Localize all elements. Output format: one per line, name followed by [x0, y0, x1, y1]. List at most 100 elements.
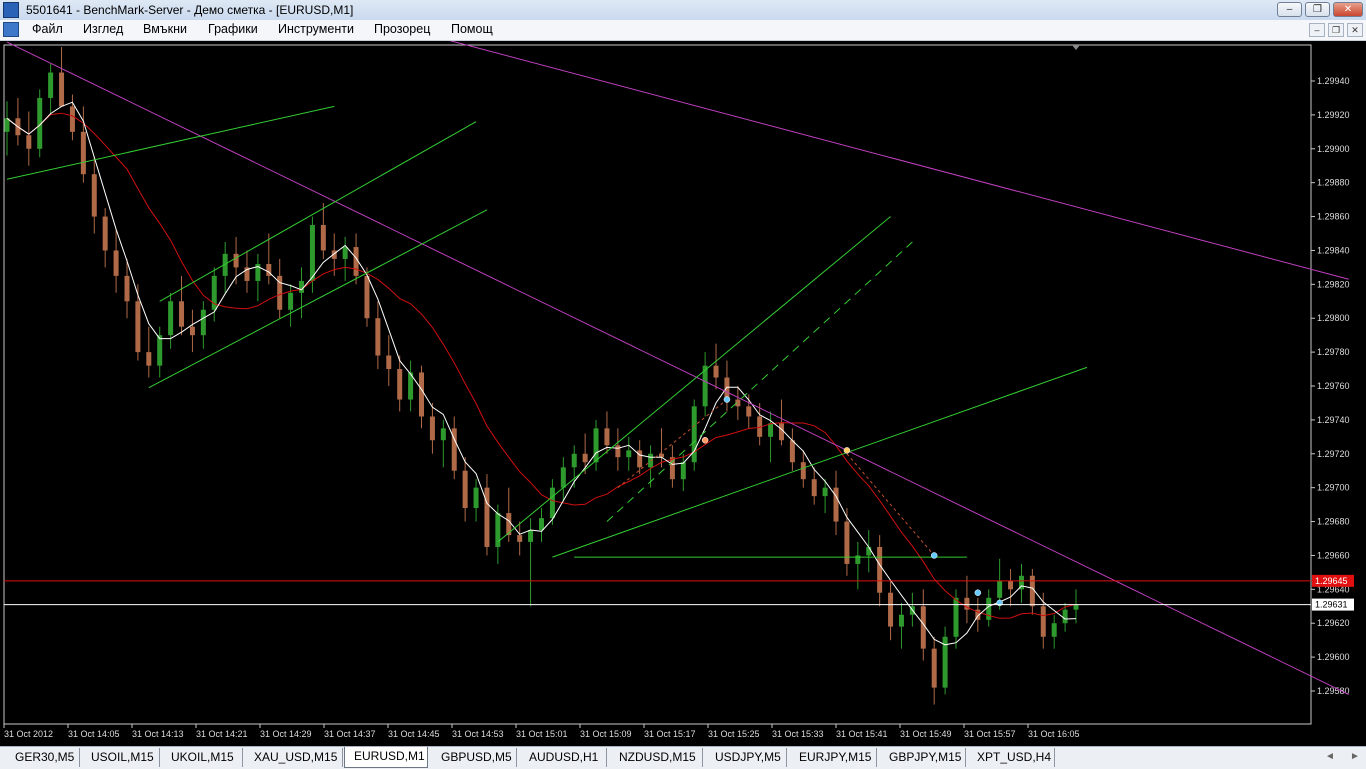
window-title: 5501641 - BenchMark-Server - Демо сметка…: [26, 3, 354, 17]
tab-usoil[interactable]: USOIL,M15: [80, 748, 160, 767]
chart-window-icon[interactable]: [3, 22, 19, 37]
candle-body: [528, 530, 534, 542]
time-label: 31 Oct 14:45: [388, 729, 440, 739]
tab-nzdusd[interactable]: NZDUSD,M15: [607, 748, 703, 767]
candle-body: [113, 250, 119, 276]
time-label: 31 Oct 14:29: [260, 729, 312, 739]
candle-body: [986, 597, 992, 620]
close-button[interactable]: ✕: [1333, 2, 1363, 17]
price-label: 1.29920: [1317, 110, 1350, 120]
price-label: 1.29660: [1317, 550, 1350, 560]
channel2-upper: [497, 216, 891, 543]
slow-moving-average: [6, 112, 1077, 619]
candle-body: [288, 292, 294, 310]
candle-body: [746, 406, 752, 417]
time-label: 31 Oct 2012: [4, 729, 53, 739]
time-label: 31 Oct 16:05: [1028, 729, 1080, 739]
candle-body: [1040, 606, 1046, 637]
tab-ger30[interactable]: GER30,M5: [2, 748, 80, 767]
candle-body: [484, 487, 490, 547]
downtrend-line-2: [449, 41, 1349, 280]
candle-body: [571, 453, 577, 468]
price-label: 1.29580: [1317, 686, 1350, 696]
tab-xpt-usd[interactable]: XPT_USD,H4: [966, 748, 1055, 767]
menu-window[interactable]: Прозорец: [373, 22, 431, 36]
candle-body: [320, 225, 326, 251]
price-label: 1.29880: [1317, 178, 1350, 188]
price-chart[interactable]: 1.29940 1.29920 1.29900 1.29880 1.29860 1.298…: [0, 41, 1366, 745]
menu-view[interactable]: Изглед: [82, 22, 124, 36]
tab-scroll-left-icon[interactable]: ◄: [1325, 751, 1335, 762]
time-label: 31 Oct 15:17: [644, 729, 696, 739]
menu-help[interactable]: Помощ: [450, 22, 494, 36]
candle-body: [789, 440, 795, 463]
candle-body: [1008, 580, 1014, 590]
candle-body: [680, 462, 686, 480]
price-label: 1.29740: [1317, 415, 1350, 425]
candle-body: [309, 225, 315, 281]
candle-body: [626, 450, 632, 458]
tab-audusd[interactable]: AUDUSD,H1: [517, 748, 607, 767]
tab-eurjpy[interactable]: EURJPY,M15: [787, 748, 877, 767]
price-label: 1.29760: [1317, 381, 1350, 391]
trade-marker: [843, 447, 851, 454]
trade-marker: [930, 552, 938, 559]
tab-gbpjpy[interactable]: GBPJPY,M15: [877, 748, 966, 767]
tab-gbpusd[interactable]: GBPUSD,M5: [429, 748, 517, 767]
candle-body: [615, 445, 621, 458]
candle-body: [833, 487, 839, 522]
app-icon[interactable]: [3, 2, 19, 18]
trade-marker: [974, 589, 982, 596]
candle-body: [691, 406, 697, 463]
tab-ukoil[interactable]: UKOIL,M15: [160, 748, 243, 767]
tab-usdjpy[interactable]: USDJPY,M5: [703, 748, 787, 767]
candle-body: [4, 118, 10, 132]
channel-upper: [159, 121, 477, 302]
price-label: 1.29940: [1317, 76, 1350, 86]
bid-price-label: 1.29631: [1315, 600, 1348, 610]
candle-body: [768, 423, 774, 437]
trade-marker: [723, 396, 731, 403]
chart-window[interactable]: 1.29940 1.29920 1.29900 1.29880 1.29860 1.298…: [0, 41, 1366, 745]
time-label: 31 Oct 15:49: [900, 729, 952, 739]
plot-frame: [3, 44, 1312, 725]
time-label: 31 Oct 15:09: [580, 729, 632, 739]
mdi-close-button[interactable]: ✕: [1347, 23, 1363, 37]
ask-price-label: 1.29645: [1315, 576, 1348, 586]
tab-eurusd[interactable]: EURUSD,M1: [344, 747, 428, 768]
time-label: 31 Oct 14:21: [196, 729, 248, 739]
candle-body: [931, 648, 937, 688]
candle-body: [1073, 604, 1079, 610]
time-label: 31 Oct 14:37: [324, 729, 376, 739]
candle-body: [560, 467, 566, 488]
minimize-button[interactable]: ‒: [1277, 2, 1302, 17]
candle-body: [80, 131, 86, 175]
price-label: 1.29720: [1317, 449, 1350, 459]
candle-body: [1062, 609, 1068, 624]
menu-tools[interactable]: Инструменти: [277, 22, 355, 36]
candle-body: [168, 301, 174, 336]
tab-scroll-right-icon[interactable]: ►: [1350, 751, 1360, 762]
menu-insert[interactable]: Вмъкни: [142, 22, 188, 36]
menu-charts[interactable]: Графики: [207, 22, 259, 36]
price-label: 1.29680: [1317, 517, 1350, 527]
candle-body: [495, 513, 501, 547]
mdi-restore-button[interactable]: ❐: [1328, 23, 1344, 37]
candle-body: [124, 275, 130, 302]
price-label: 1.29620: [1317, 618, 1350, 628]
menu-bar: Файл Изглед Вмъкни Графики Инструменти П…: [0, 20, 1366, 41]
maximize-button[interactable]: ❐: [1305, 2, 1330, 17]
candle-body: [462, 470, 468, 508]
menu-file[interactable]: Файл: [31, 22, 64, 36]
candle-body: [91, 174, 97, 217]
time-label: 31 Oct 15:01: [516, 729, 568, 739]
candle-body: [997, 580, 1003, 598]
mdi-minimize-button[interactable]: ‒: [1309, 23, 1325, 37]
candle-body: [517, 535, 523, 542]
price-label: 1.29840: [1317, 245, 1350, 255]
tab-xau-usd[interactable]: XAU_USD,M15: [243, 748, 343, 767]
candle-body: [800, 462, 806, 480]
price-label: 1.29900: [1317, 144, 1350, 154]
candle-body: [26, 135, 32, 149]
candle-body: [920, 606, 926, 649]
